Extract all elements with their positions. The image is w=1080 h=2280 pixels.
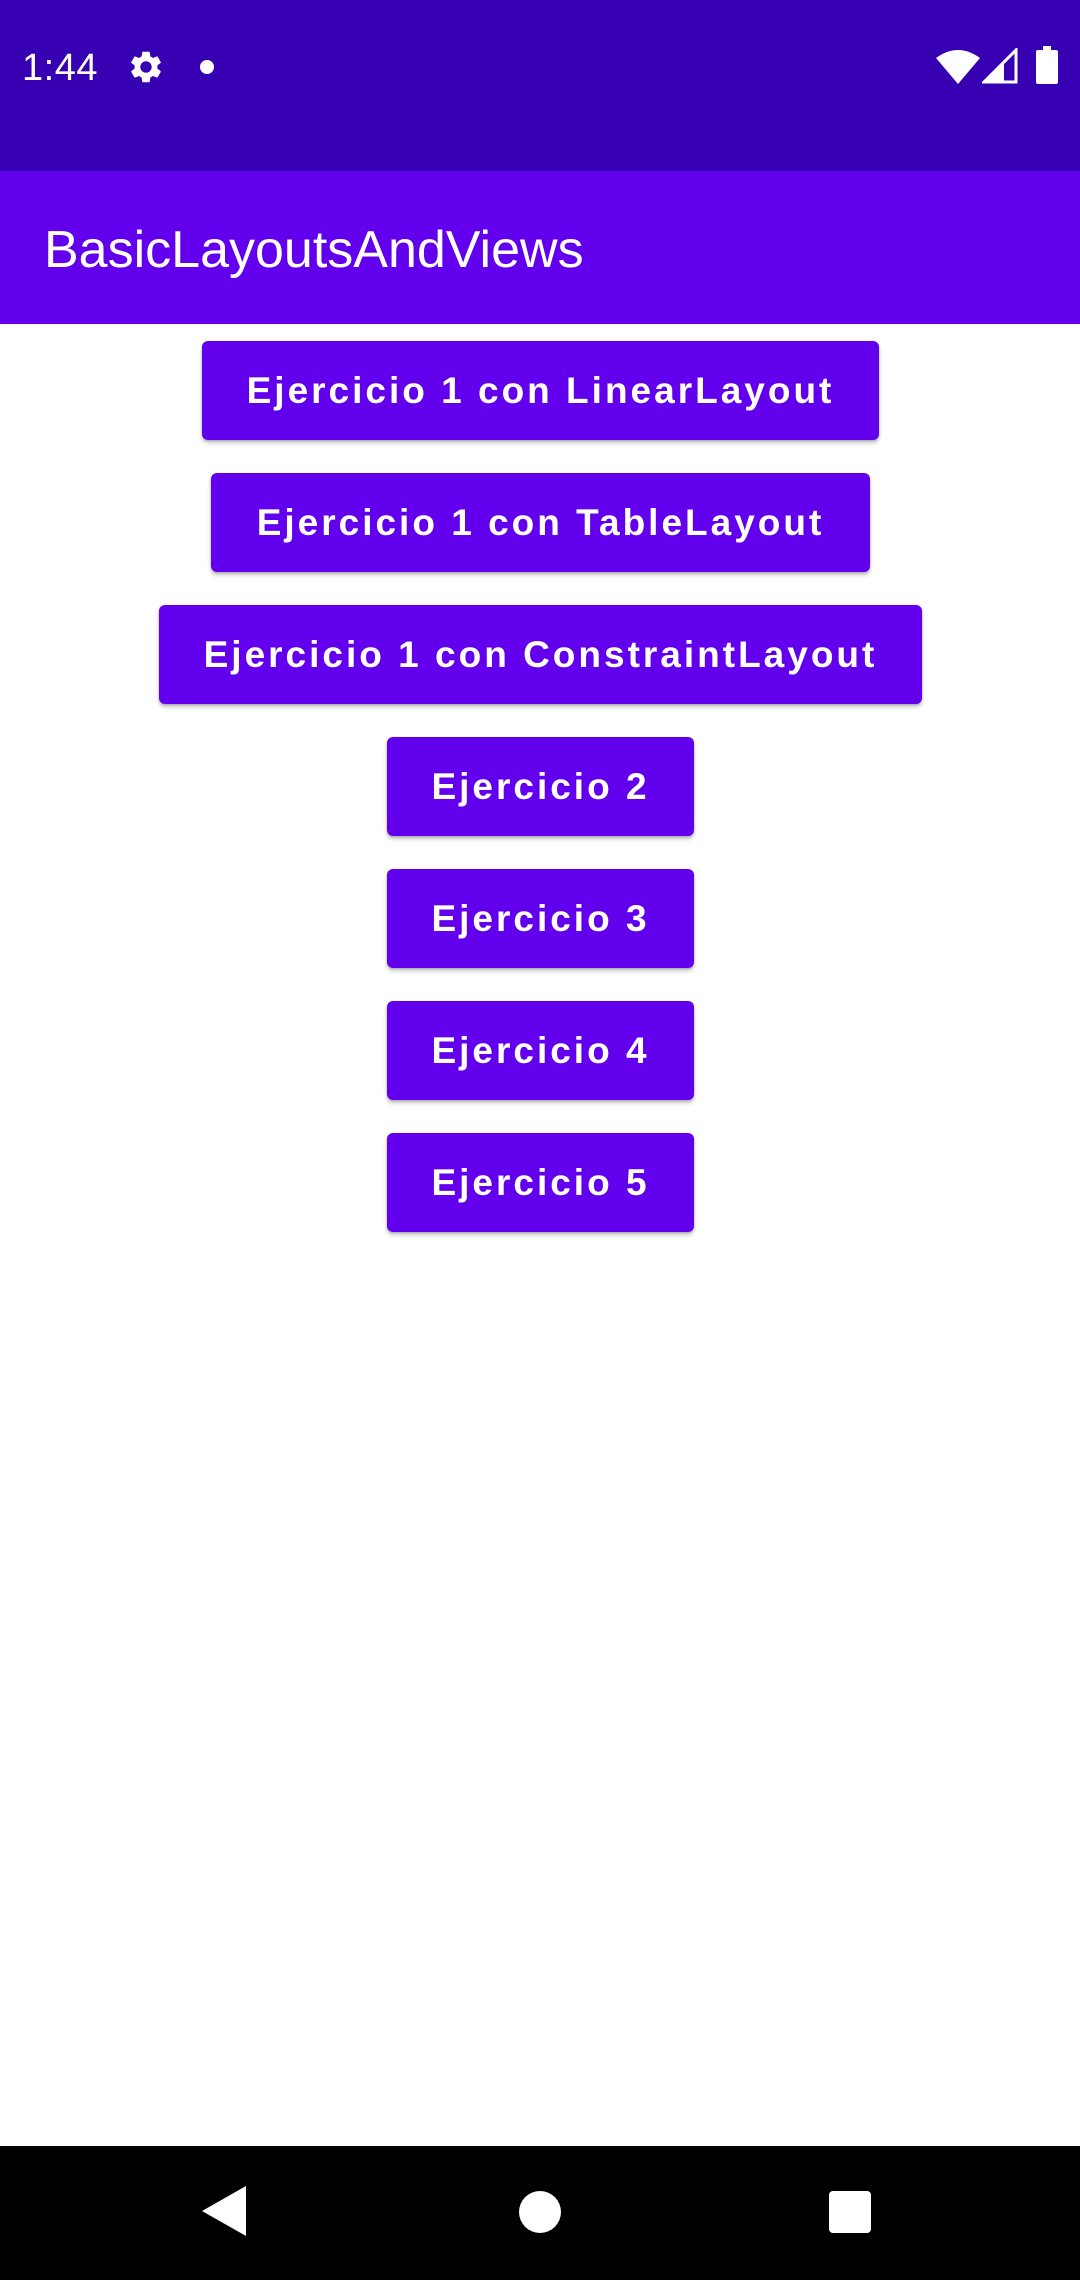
back-icon[interactable] bbox=[202, 2186, 246, 2236]
status-bar: 1:44 bbox=[0, 0, 1080, 171]
recents-icon[interactable] bbox=[829, 2191, 871, 2233]
ejercicio-2-button[interactable]: Ejercicio 2 bbox=[387, 737, 694, 836]
ejercicio-4-button[interactable]: Ejercicio 4 bbox=[387, 1001, 694, 1100]
navigation-bar bbox=[0, 2146, 1080, 2280]
main-content: Ejercicio 1 con LinearLayout Ejercicio 1… bbox=[0, 324, 1080, 2146]
battery-icon bbox=[1036, 46, 1058, 84]
status-time: 1:44 bbox=[22, 47, 98, 89]
ejercicio-1-constraintlayout-button[interactable]: Ejercicio 1 con ConstraintLayout bbox=[159, 605, 922, 704]
gear-icon bbox=[131, 51, 161, 83]
app-bar: BasicLayoutsAndViews bbox=[0, 171, 1080, 324]
wifi-icon bbox=[936, 50, 980, 84]
app-title: BasicLayoutsAndViews bbox=[44, 221, 584, 279]
ejercicio-1-tablelayout-button[interactable]: Ejercicio 1 con TableLayout bbox=[211, 473, 870, 572]
ejercicio-1-linearlayout-button[interactable]: Ejercicio 1 con LinearLayout bbox=[202, 341, 879, 440]
ejercicio-5-button[interactable]: Ejercicio 5 bbox=[387, 1133, 694, 1232]
ejercicio-3-button[interactable]: Ejercicio 3 bbox=[387, 869, 694, 968]
cell-signal-icon bbox=[982, 48, 1018, 84]
notification-dot-icon bbox=[200, 60, 214, 74]
home-icon[interactable] bbox=[519, 2191, 561, 2233]
